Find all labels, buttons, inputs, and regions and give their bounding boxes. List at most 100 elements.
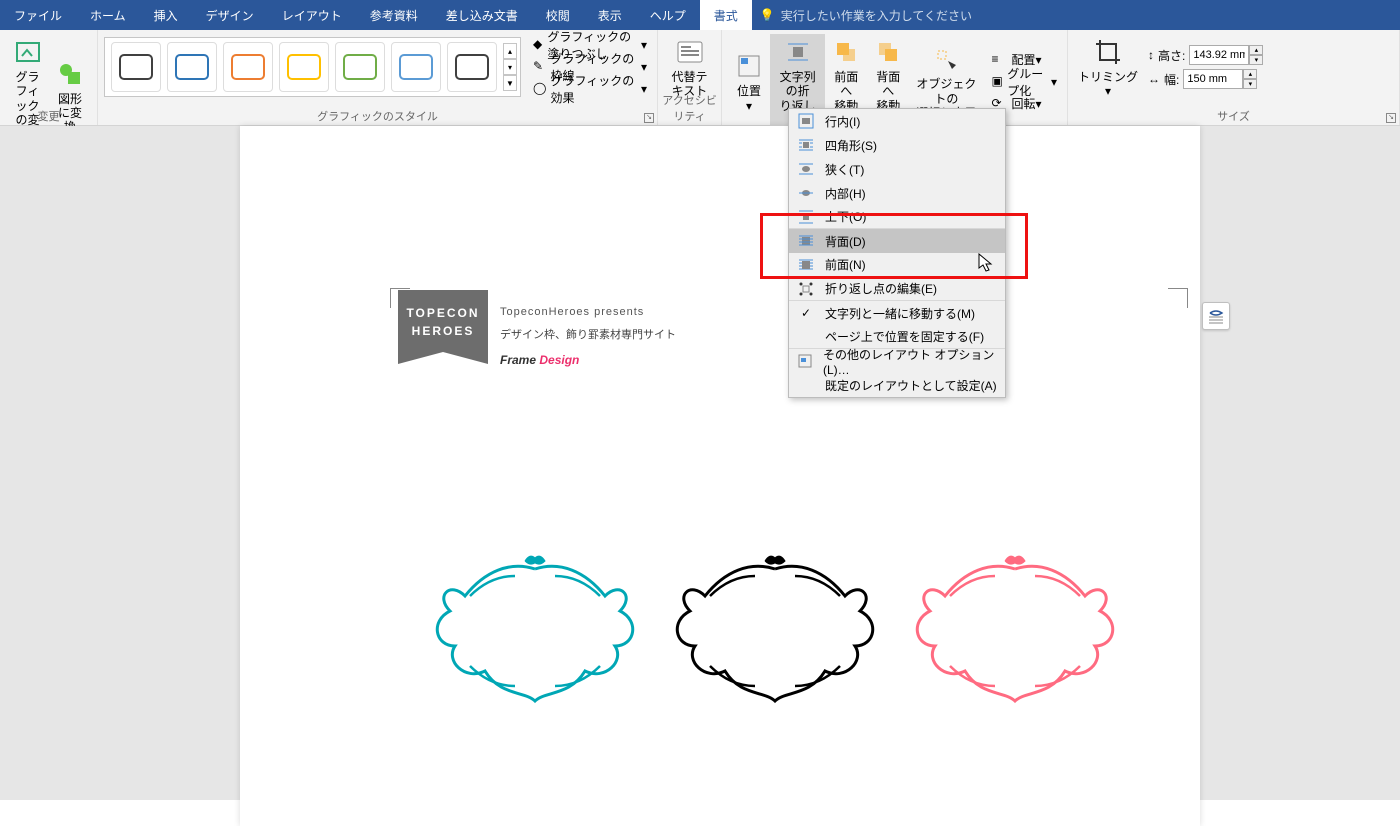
group-button[interactable]: ▣グループ化 ▾ xyxy=(987,71,1061,93)
group-change: グラフィック の変更▾ 図形 に変換 変更 xyxy=(0,30,98,125)
ornamental-frame xyxy=(660,546,890,716)
document-canvas[interactable]: TOPECON HEROES TopeconHeroes presents デザ… xyxy=(0,126,1400,800)
change-graphic-icon xyxy=(12,36,44,68)
tab-10[interactable]: 書式 xyxy=(700,0,752,30)
height-up[interactable]: ▴ xyxy=(1249,45,1263,55)
wrap-option-icon xyxy=(797,353,813,369)
height-field: ↕ 高さ: ▴▾ xyxy=(1148,44,1263,66)
group-styles: ▴▾▼ ◆グラフィックの塗りつぶし ▾ ✎グラフィックの枠線 ▾ ◯グラフィック… xyxy=(98,30,658,125)
width-input[interactable] xyxy=(1183,69,1243,89)
width-up[interactable]: ▴ xyxy=(1243,69,1257,79)
ribbon-tabs: ファイルホーム挿入デザインレイアウト参考資料差し込み文書校閲表示ヘルプ書式💡実行… xyxy=(0,0,1400,30)
fill-icon: ◆ xyxy=(533,37,543,53)
gallery-more[interactable]: ▼ xyxy=(503,75,517,91)
dropdown-item[interactable]: 四角形(S) xyxy=(789,133,1005,157)
dropdown-item[interactable]: 既定のレイアウトとして設定(A) xyxy=(789,373,1005,397)
width-down[interactable]: ▾ xyxy=(1243,79,1257,89)
style-thumbnail[interactable] xyxy=(111,42,161,92)
alt-text-button[interactable]: 代替テ キスト xyxy=(664,34,715,101)
decorative-frames xyxy=(420,546,1130,716)
alt-text-icon xyxy=(674,36,706,68)
tab-2[interactable]: 挿入 xyxy=(140,0,192,30)
ribbon: グラフィック の変更▾ 図形 に変換 変更 ▴▾▼ ◆グラフィックの塗りつぶし … xyxy=(0,30,1400,126)
selection-icon xyxy=(930,43,962,75)
position-button[interactable]: 位置▾ xyxy=(728,48,770,115)
styles-dialog-launcher[interactable]: ↘ xyxy=(644,113,654,123)
wrap-option-icon xyxy=(797,113,815,129)
tab-3[interactable]: デザイン xyxy=(192,0,268,30)
wrap-option-icon xyxy=(797,329,815,345)
backward-icon xyxy=(872,36,904,68)
dropdown-item[interactable]: 上下(O) xyxy=(789,205,1005,229)
logo-badge: TOPECON HEROES xyxy=(398,290,488,364)
page[interactable]: TOPECON HEROES TopeconHeroes presents デザ… xyxy=(240,126,1200,826)
width-field: ↔ 幅: ▴▾ xyxy=(1148,68,1263,90)
tab-7[interactable]: 校閲 xyxy=(532,0,584,30)
style-thumbnail[interactable] xyxy=(167,42,217,92)
height-input[interactable] xyxy=(1189,45,1249,65)
wrap-option-icon xyxy=(797,209,815,225)
layout-options-button[interactable] xyxy=(1202,302,1230,330)
search-icon: 💡 xyxy=(760,8,775,22)
height-icon: ↕ xyxy=(1148,48,1154,62)
style-thumbnail[interactable] xyxy=(447,42,497,92)
style-gallery[interactable]: ▴▾▼ xyxy=(104,37,521,97)
tab-0[interactable]: ファイル xyxy=(0,0,76,30)
check-icon: ✓ xyxy=(797,306,815,320)
wrap-option-icon xyxy=(797,281,815,297)
align-icon: ≡ xyxy=(991,52,1007,68)
group-label: アクセシビリティ xyxy=(658,92,721,124)
dropdown-item[interactable]: その他のレイアウト オプション(L)… xyxy=(789,349,1005,373)
dropdown-item[interactable]: 行内(I) xyxy=(789,109,1005,133)
size-dialog-launcher[interactable]: ↘ xyxy=(1386,113,1396,123)
style-thumbnail[interactable] xyxy=(391,42,441,92)
wrap-option-icon xyxy=(797,257,815,273)
wrap-option-icon xyxy=(797,233,815,249)
forward-icon xyxy=(830,36,862,68)
logo-text: TopeconHeroes presents デザイン枠、飾り罫素材専門サイト … xyxy=(500,306,676,371)
dropdown-item[interactable]: 折り返し点の編集(E) xyxy=(789,277,1005,301)
ornamental-frame xyxy=(420,546,650,716)
tell-me-search[interactable]: 💡実行したい作業を入力してください xyxy=(752,0,980,30)
tab-1[interactable]: ホーム xyxy=(76,0,140,30)
tab-6[interactable]: 差し込み文書 xyxy=(432,0,532,30)
group-accessibility: 代替テ キスト アクセシビリティ xyxy=(658,30,722,125)
dropdown-item[interactable]: 内部(H) xyxy=(789,181,1005,205)
tab-4[interactable]: レイアウト xyxy=(268,0,356,30)
layout-options-icon xyxy=(1207,307,1225,325)
margin-corner xyxy=(1168,288,1188,308)
group-size: トリミング▾ ↕ 高さ: ▴▾ ↔ 幅: ▴▾ サイズ ↘ xyxy=(1068,30,1400,125)
convert-shape-icon xyxy=(54,58,86,90)
dropdown-item[interactable]: 前面(N) xyxy=(789,253,1005,277)
wrap-option-icon xyxy=(797,377,815,393)
tab-5[interactable]: 参考資料 xyxy=(356,0,432,30)
graphic-effects-button[interactable]: ◯グラフィックの効果 ▾ xyxy=(529,78,651,100)
tab-9[interactable]: ヘルプ xyxy=(636,0,700,30)
ornamental-frame xyxy=(900,546,1130,716)
dropdown-item[interactable]: ✓文字列と一緒に移動する(M) xyxy=(789,301,1005,325)
style-thumbnail[interactable] xyxy=(223,42,273,92)
position-icon xyxy=(733,50,765,82)
effects-icon: ◯ xyxy=(533,81,546,97)
dropdown-item[interactable]: 背面(D) xyxy=(789,229,1005,253)
style-thumbnail[interactable] xyxy=(335,42,385,92)
gallery-down[interactable]: ▾ xyxy=(503,59,517,75)
group-icon: ▣ xyxy=(991,74,1003,90)
wrap-option-icon xyxy=(797,161,815,177)
group-label: 変更 xyxy=(0,108,97,124)
height-down[interactable]: ▾ xyxy=(1249,55,1263,65)
wrap-option-icon xyxy=(797,137,815,153)
wrap-text-dropdown: 行内(I)四角形(S)狭く(T)内部(H)上下(O)背面(D)前面(N)折り返し… xyxy=(788,108,1006,398)
group-label: サイズ xyxy=(1068,108,1399,124)
crop-button[interactable]: トリミング▾ xyxy=(1074,34,1142,101)
style-thumbnail[interactable] xyxy=(279,42,329,92)
wrap-icon xyxy=(782,36,814,68)
dropdown-item[interactable]: 狭く(T) xyxy=(789,157,1005,181)
width-icon: ↔ xyxy=(1148,72,1160,86)
convert-shape-button[interactable]: 図形 に変換 xyxy=(49,56,91,137)
group-label: グラフィックのスタイル xyxy=(98,108,657,124)
gallery-up[interactable]: ▴ xyxy=(503,43,517,59)
crop-icon xyxy=(1092,36,1124,68)
tab-8[interactable]: 表示 xyxy=(584,0,636,30)
outline-icon: ✎ xyxy=(533,59,546,75)
